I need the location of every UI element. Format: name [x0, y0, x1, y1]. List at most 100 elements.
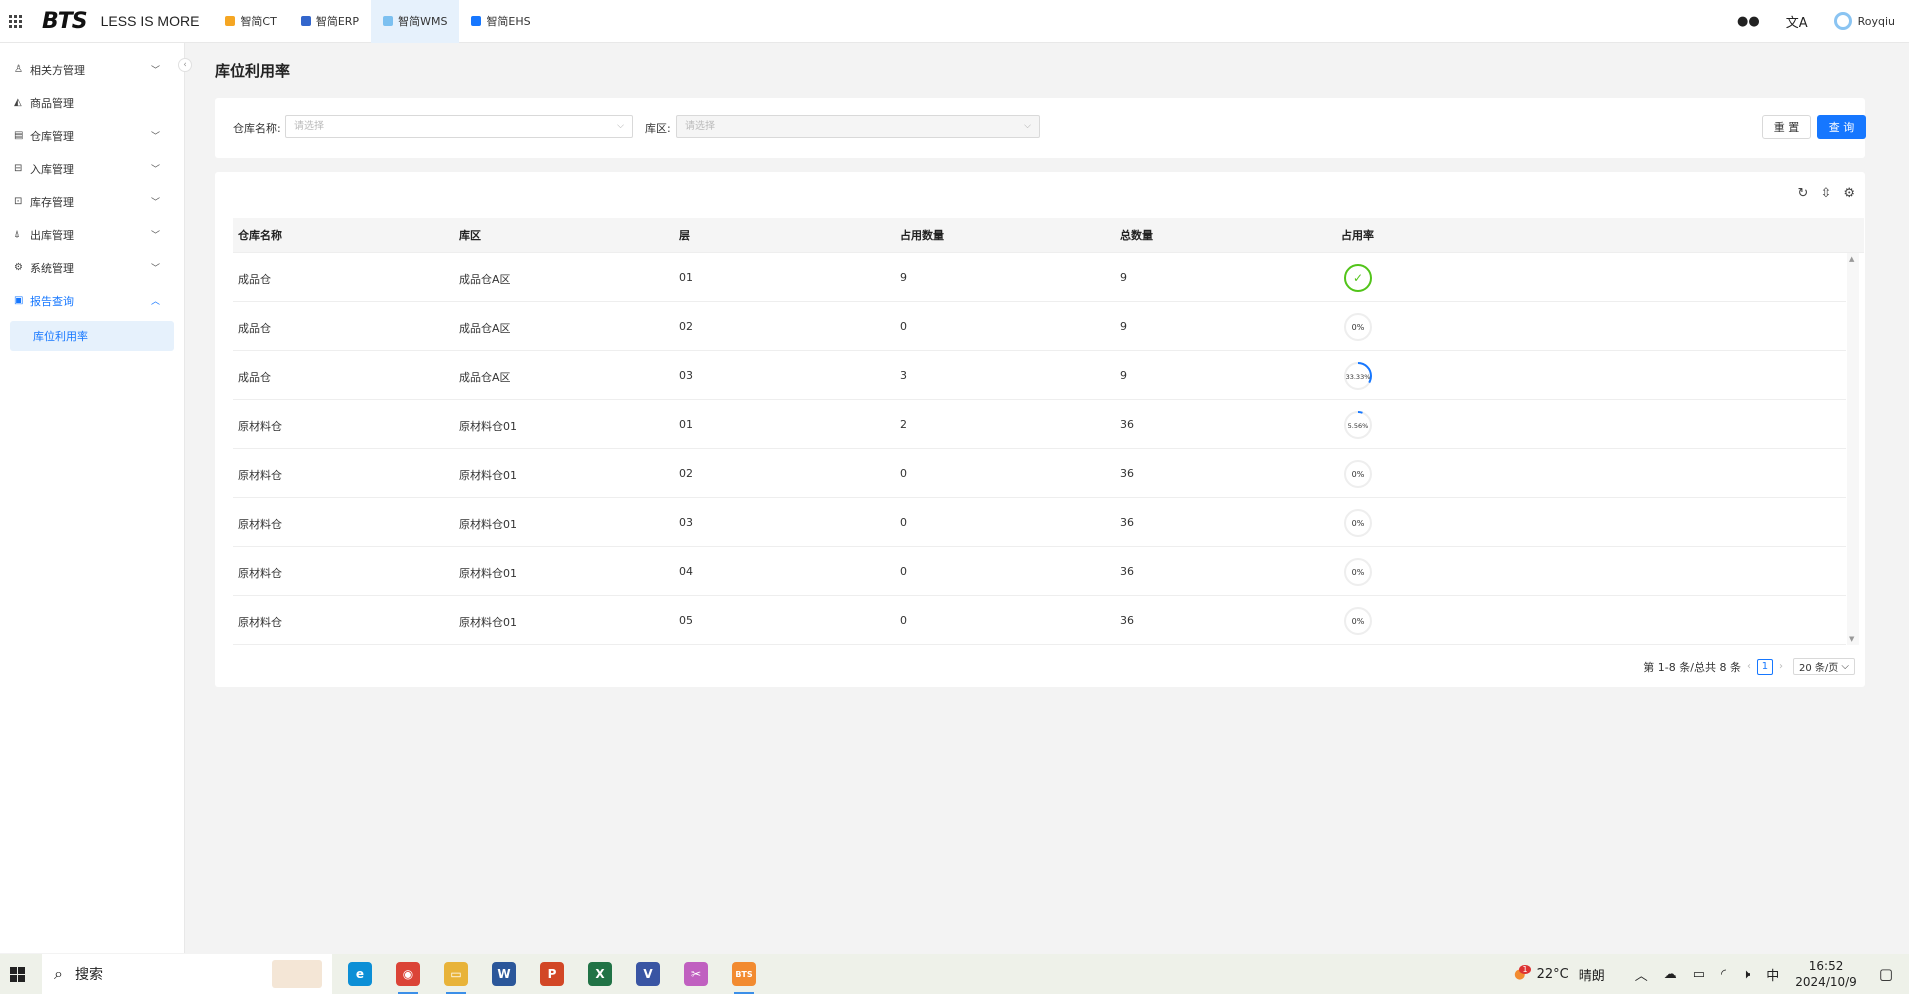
cell-layer: 02 — [679, 467, 693, 480]
app-grid-icon[interactable] — [0, 0, 30, 43]
cell-warehouse: 原材料仓 — [238, 616, 282, 629]
chevron-down-icon: ﹀ — [150, 165, 160, 175]
app-tab-label: 智简ERP — [315, 15, 360, 28]
cell-layer: 03 — [679, 369, 693, 382]
app-tab-1[interactable]: 智简ERP — [289, 0, 371, 43]
volume-muted-icon[interactable]: 🕨 — [1742, 967, 1750, 982]
taskbar-app-1[interactable]: ◉ — [388, 954, 428, 994]
start-button[interactable] — [0, 954, 34, 994]
visio-icon: V — [636, 962, 660, 986]
sidebar-item-6[interactable]: ⚙ 系统管理 ﹀ — [0, 251, 184, 284]
sidebar-item-1[interactable]: ◭ 商品管理 — [0, 86, 184, 119]
scroll-up-icon[interactable]: ▲ — [1849, 255, 1854, 263]
table-row[interactable]: 成品仓 成品仓A区 01 9 9 ✓ — [233, 253, 1846, 302]
taskbar-app-8[interactable]: BTS — [724, 954, 764, 994]
column-header: 库区 — [459, 229, 481, 242]
utilization-progress-ring: 0% — [1344, 313, 1372, 341]
table-row[interactable]: 原材料仓 原材料仓01 05 0 36 0% — [233, 596, 1846, 645]
warehouse-select-placeholder: 请选择 — [294, 121, 324, 132]
settings-icon[interactable]: ⚙ — [1843, 186, 1855, 201]
cell-total: 36 — [1120, 418, 1134, 431]
cell-layer: 01 — [679, 418, 693, 431]
chevron-up-icon: ︿ — [150, 297, 160, 307]
cell-warehouse: 原材料仓 — [238, 469, 282, 482]
table-row[interactable]: 原材料仓 原材料仓01 02 0 36 0% — [233, 449, 1846, 498]
user-name[interactable]: Royqiu — [1858, 15, 1895, 28]
query-button[interactable]: 查 询 — [1817, 115, 1866, 139]
windows-taskbar: ⌕ 搜索 e ◉ ▭ W P X V ✂ BTS ● 1 22°C 晴朗 ︿ ☁ ▭ ◜ 🕨 中… — [0, 954, 1909, 994]
column-header: 总数量 — [1120, 229, 1153, 242]
clock[interactable]: 16:52 2024/10/9 — [1795, 958, 1857, 990]
progress-ring-label: 33.33% — [1346, 373, 1371, 381]
avatar[interactable] — [1833, 12, 1852, 30]
translate-icon[interactable]: 文A — [1786, 12, 1808, 31]
edge-icon: e — [348, 962, 372, 986]
table-row[interactable]: 成品仓 成品仓A区 02 0 9 0% — [233, 302, 1846, 351]
page-title: 库位利用率 — [215, 62, 291, 80]
excel-icon: X — [588, 962, 612, 986]
taskbar-app-6[interactable]: V — [628, 954, 668, 994]
ime-indicator[interactable]: 中 — [1766, 965, 1779, 984]
sidebar-subitem-location-utilization[interactable]: 库位利用率 — [10, 321, 174, 351]
chevron-up-icon[interactable]: ︿ — [1635, 965, 1648, 984]
app-tab-0[interactable]: 智简CT — [213, 0, 288, 43]
report-icon: ▣ — [14, 294, 24, 306]
sidebar-item-label: 入库管理 — [30, 162, 74, 176]
cell-total: 36 — [1120, 614, 1134, 627]
chevron-down-icon: ⌵ — [1024, 121, 1031, 131]
prev-page-icon[interactable]: ‹ — [1747, 661, 1751, 672]
cell-zone: 成品仓A区 — [459, 371, 511, 384]
column-height-icon[interactable]: ⇳ — [1820, 186, 1831, 201]
warehouse-select[interactable]: 请选择 ⌵ — [285, 115, 633, 138]
taskbar-app-3[interactable]: W — [484, 954, 524, 994]
sidebar-item-5[interactable]: ⍋ 出库管理 ﹀ — [0, 218, 184, 251]
sidebar-item-0[interactable]: ♙ 相关方管理 ﹀ — [0, 53, 184, 86]
wechat-icon[interactable]: ●● — [1737, 14, 1760, 29]
cell-used: 0 — [900, 320, 907, 333]
sidebar-item-2[interactable]: ▤ 仓库管理 ﹀ — [0, 119, 184, 152]
progress-ring-label: 5.56% — [1348, 422, 1369, 430]
pagination: 第 1-8 条/总共 8 条 ‹ 1 › 20 条/页 ⌵ — [1643, 658, 1855, 675]
sidebar-item-4[interactable]: ⊡ 库存管理 ﹀ — [0, 185, 184, 218]
sidebar-item-3[interactable]: ⊟ 入库管理 ﹀ — [0, 152, 184, 185]
next-page-icon[interactable]: › — [1779, 661, 1783, 672]
battery-icon[interactable]: ▭ — [1693, 967, 1705, 982]
table-row[interactable]: 原材料仓 原材料仓01 03 0 36 0% — [233, 498, 1846, 547]
taskbar-app-4[interactable]: P — [532, 954, 572, 994]
cell-zone: 原材料仓01 — [459, 518, 517, 531]
taskbar-app-7[interactable]: ✂ — [676, 954, 716, 994]
check-icon: ✓ — [1353, 271, 1363, 285]
chevron-down-icon: ﹀ — [150, 66, 160, 76]
cell-total: 36 — [1120, 516, 1134, 529]
notification-icon[interactable]: ▢ — [1879, 965, 1893, 983]
cell-total: 9 — [1120, 271, 1127, 284]
taskbar-search[interactable]: ⌕ 搜索 — [42, 954, 332, 994]
taskbar-app-2[interactable]: ▭ — [436, 954, 476, 994]
reset-button[interactable]: 重 置 — [1762, 115, 1811, 139]
cloud-icon[interactable]: ☁ — [1664, 967, 1677, 982]
table-row[interactable]: 原材料仓 原材料仓01 01 2 36 5.56% — [233, 400, 1846, 449]
taskbar-search-text: 搜索 — [74, 967, 103, 983]
weather-desc[interactable]: 晴朗 — [1579, 965, 1605, 984]
cell-used: 0 — [900, 467, 907, 480]
taskbar-app-0[interactable]: e — [340, 954, 380, 994]
taskbar-app-5[interactable]: X — [580, 954, 620, 994]
utilization-progress-ring: 5.56% — [1344, 411, 1372, 439]
weather-temp[interactable]: 22°C — [1537, 967, 1569, 982]
sidebar-item-7[interactable]: ▣ 报告查询 ︿ — [0, 284, 184, 317]
collapse-sidebar-icon[interactable]: ‹ — [178, 58, 192, 72]
scroll-down-icon[interactable]: ▼ — [1849, 635, 1854, 643]
page-1-button[interactable]: 1 — [1756, 658, 1773, 675]
app-tab-3[interactable]: 智简EHS — [459, 0, 542, 43]
refresh-icon[interactable]: ↻ — [1798, 186, 1809, 201]
table-row[interactable]: 原材料仓 原材料仓01 04 0 36 0% — [233, 547, 1846, 596]
app-tab-2[interactable]: 智简WMS — [371, 0, 460, 43]
table-panel: ↻ ⇳ ⚙ 仓库名称 库区层占用数量 总数量 占用率 成品仓 成品仓A区 01 9 9 ✓ 成品仓… — [215, 172, 1865, 687]
pagination-summary: 第 1-8 条/总共 8 条 — [1643, 660, 1741, 674]
page-size-select[interactable]: 20 条/页 ⌵ — [1792, 658, 1855, 675]
wifi-icon[interactable]: ◜ — [1721, 967, 1726, 982]
table-row[interactable]: 成品仓 成品仓A区 03 3 9 33.33% — [233, 351, 1846, 400]
zone-select[interactable]: 请选择 ⌵ — [676, 115, 1040, 138]
table-scrollbar[interactable]: ▲ ▼ — [1847, 253, 1859, 645]
progress-ring-label: 0% — [1352, 519, 1365, 528]
